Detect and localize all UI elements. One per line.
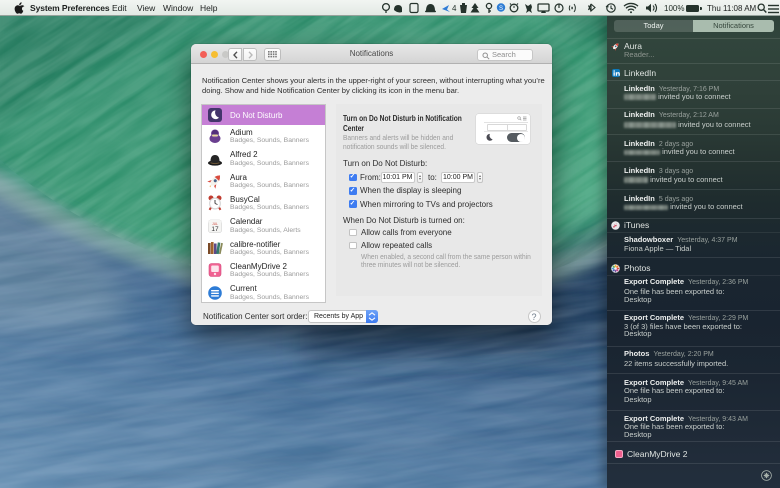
svg-text:S: S [499, 6, 503, 12]
svg-text:4: 4 [452, 4, 457, 13]
svg-text:17: 17 [211, 226, 219, 233]
